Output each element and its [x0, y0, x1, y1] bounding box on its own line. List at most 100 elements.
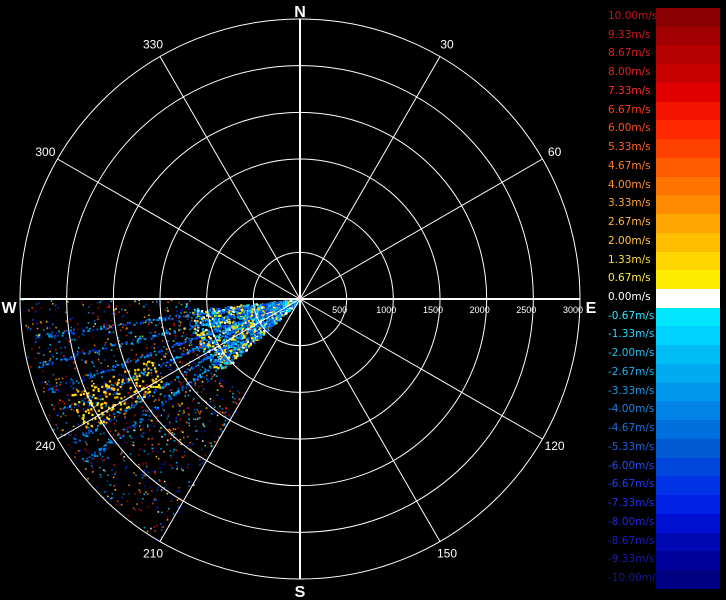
velocity-gate	[263, 332, 266, 335]
velocity-gate	[223, 412, 226, 414]
velocity-gate	[132, 397, 134, 400]
velocity-gate	[170, 381, 173, 383]
radar-ppi-plot[interactable]: N E S W 30 60 120 150 210 240 300 330 50…	[0, 0, 606, 600]
velocity-gate	[152, 436, 155, 439]
velocity-gate	[84, 398, 87, 400]
velocity-gate	[121, 496, 123, 499]
velocity-gate	[87, 322, 90, 324]
velocity-gate	[158, 333, 161, 335]
velocity-gate	[216, 323, 219, 326]
velocity-gate	[213, 317, 216, 320]
velocity-gate	[153, 425, 156, 427]
velocity-gate	[61, 377, 64, 380]
legend-swatch	[656, 438, 720, 458]
velocity-gate	[164, 327, 167, 330]
velocity-gate	[144, 444, 146, 446]
velocity-gate	[200, 361, 203, 363]
velocity-gate	[141, 436, 144, 438]
velocity-gate	[218, 337, 220, 340]
velocity-gate	[130, 437, 133, 439]
velocity-gate	[64, 414, 67, 417]
velocity-gate	[142, 362, 146, 365]
velocity-gate	[218, 308, 221, 311]
velocity-gate	[245, 307, 248, 309]
velocity-gate	[112, 384, 115, 387]
velocity-gate	[150, 419, 153, 422]
velocity-gate	[115, 391, 118, 394]
velocity-gate	[201, 345, 204, 347]
velocity-gate	[150, 371, 153, 374]
velocity-gate	[182, 331, 185, 334]
velocity-gate	[112, 324, 114, 326]
velocity-gate	[165, 316, 168, 318]
velocity-gate	[87, 401, 89, 404]
velocity-gate	[223, 381, 226, 383]
velocity-gate	[219, 349, 221, 351]
velocity-gate	[178, 329, 180, 332]
velocity-gate	[144, 474, 146, 477]
legend-item: 0.67m/s	[606, 270, 720, 290]
velocity-gate	[134, 424, 137, 426]
velocity-gate	[50, 387, 52, 390]
velocity-gate	[145, 363, 148, 366]
velocity-gate	[111, 469, 113, 471]
velocity-gate	[171, 467, 174, 469]
velocity-gate	[107, 474, 109, 476]
velocity-gate	[238, 328, 241, 330]
velocity-gate	[250, 317, 253, 320]
velocity-gate	[164, 319, 167, 322]
velocity-gate	[147, 424, 149, 426]
velocity-gate	[166, 361, 168, 364]
velocity-gate	[242, 319, 245, 322]
velocity-gate	[100, 457, 103, 460]
velocity-gate	[29, 328, 32, 330]
velocity-gate	[195, 373, 198, 376]
velocity-gate	[210, 340, 212, 343]
velocity-gate	[222, 379, 224, 381]
velocity-gate	[79, 439, 81, 442]
velocity-gate	[152, 502, 154, 505]
velocity-gate	[105, 324, 108, 326]
legend-swatch	[656, 495, 720, 514]
velocity-gate	[202, 320, 205, 323]
velocity-gate	[167, 340, 169, 342]
velocity-gate	[54, 334, 57, 337]
velocity-gate	[39, 362, 41, 364]
velocity-gate	[120, 397, 123, 400]
velocity-gate	[94, 405, 97, 407]
velocity-gate	[175, 417, 177, 420]
velocity-gate	[96, 455, 99, 457]
velocity-gate	[221, 316, 224, 319]
velocity-gate	[169, 450, 172, 453]
velocity-gate	[198, 317, 202, 320]
velocity-gate	[128, 361, 130, 364]
velocity-gate	[184, 371, 186, 373]
velocity-gate	[57, 389, 60, 392]
velocity-gate	[175, 306, 178, 308]
velocity-gate	[121, 378, 124, 381]
legend-item: -8.67m/s	[606, 532, 720, 552]
velocity-gate	[143, 469, 146, 472]
velocity-gate	[125, 467, 127, 470]
velocity-gate	[116, 396, 119, 399]
velocity-gate	[180, 312, 182, 314]
velocity-gate	[70, 378, 72, 380]
velocity-gate	[116, 381, 119, 384]
velocity-gate	[240, 336, 242, 338]
velocity-gate	[154, 446, 156, 449]
velocity-gate	[186, 466, 189, 469]
velocity-gate	[104, 444, 107, 446]
velocity-gate	[176, 490, 178, 493]
velocity-gate	[78, 401, 81, 404]
velocity-gate	[175, 356, 178, 359]
velocity-gate	[140, 509, 142, 512]
velocity-gate	[114, 489, 117, 491]
velocity-gate	[139, 418, 142, 421]
velocity-gate	[119, 385, 122, 388]
legend-label: -8.67m/s	[608, 534, 655, 547]
legend-item: -9.33m/s	[606, 551, 720, 571]
velocity-gate	[134, 400, 137, 403]
velocity-gate	[164, 513, 167, 515]
velocity-gate	[124, 409, 127, 412]
velocity-gate	[191, 400, 194, 402]
